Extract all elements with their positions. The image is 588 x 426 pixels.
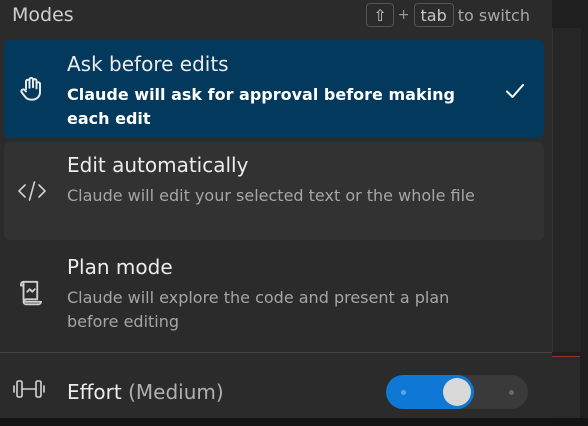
effort-slider-thumb[interactable] xyxy=(443,378,471,406)
modes-header: Modes ⇧ + tab to switch xyxy=(0,0,552,34)
mode-description: Claude will ask for approval before maki… xyxy=(67,85,455,128)
scroll-icon xyxy=(16,278,46,308)
effort-step-dot[interactable] xyxy=(508,390,514,395)
effort-row: Effort (Medium) xyxy=(0,356,552,418)
effort-slider[interactable] xyxy=(386,375,528,409)
section-divider xyxy=(0,352,552,353)
mode-title: Edit automatically xyxy=(67,153,249,177)
shortcut-suffix: to switch xyxy=(457,5,530,25)
shift-key: ⇧ xyxy=(366,3,394,27)
scrollbar-track[interactable] xyxy=(552,28,581,352)
mode-ask-before-edits[interactable]: Ask before edits Claude will ask for app… xyxy=(4,40,544,138)
dumbbell-icon xyxy=(12,378,46,400)
switch-shortcut-hint: ⇧ + tab to switch xyxy=(366,3,530,27)
mode-title: Plan mode xyxy=(67,255,173,279)
mode-title: Ask before edits xyxy=(67,52,229,76)
effort-label: Effort (Medium) xyxy=(67,380,224,404)
modes-title: Modes xyxy=(12,4,74,26)
mode-edit-automatically[interactable]: Edit automatically Claude will edit your… xyxy=(4,142,544,240)
mode-description: Claude will edit your selected text or t… xyxy=(67,186,475,205)
effort-level: (Medium) xyxy=(128,380,224,404)
bottom-edge xyxy=(0,418,588,426)
effort-label-text: Effort xyxy=(67,380,122,404)
mode-description: Claude will explore the code and present… xyxy=(67,288,450,331)
scrollbar-lower xyxy=(552,356,580,419)
effort-step-dot[interactable] xyxy=(400,390,406,395)
shortcut-plus: + xyxy=(397,7,410,23)
modes-panel: Modes ⇧ + tab to switch Ask before edits… xyxy=(0,0,552,418)
mode-plan[interactable]: Plan mode Claude will explore the code a… xyxy=(4,244,544,342)
tab-key: tab xyxy=(413,3,454,27)
code-icon xyxy=(16,176,46,206)
modes-popup-screen: Modes ⇧ + tab to switch Ask before edits… xyxy=(0,0,588,426)
hand-icon xyxy=(16,74,46,104)
checkmark-icon xyxy=(504,80,526,102)
